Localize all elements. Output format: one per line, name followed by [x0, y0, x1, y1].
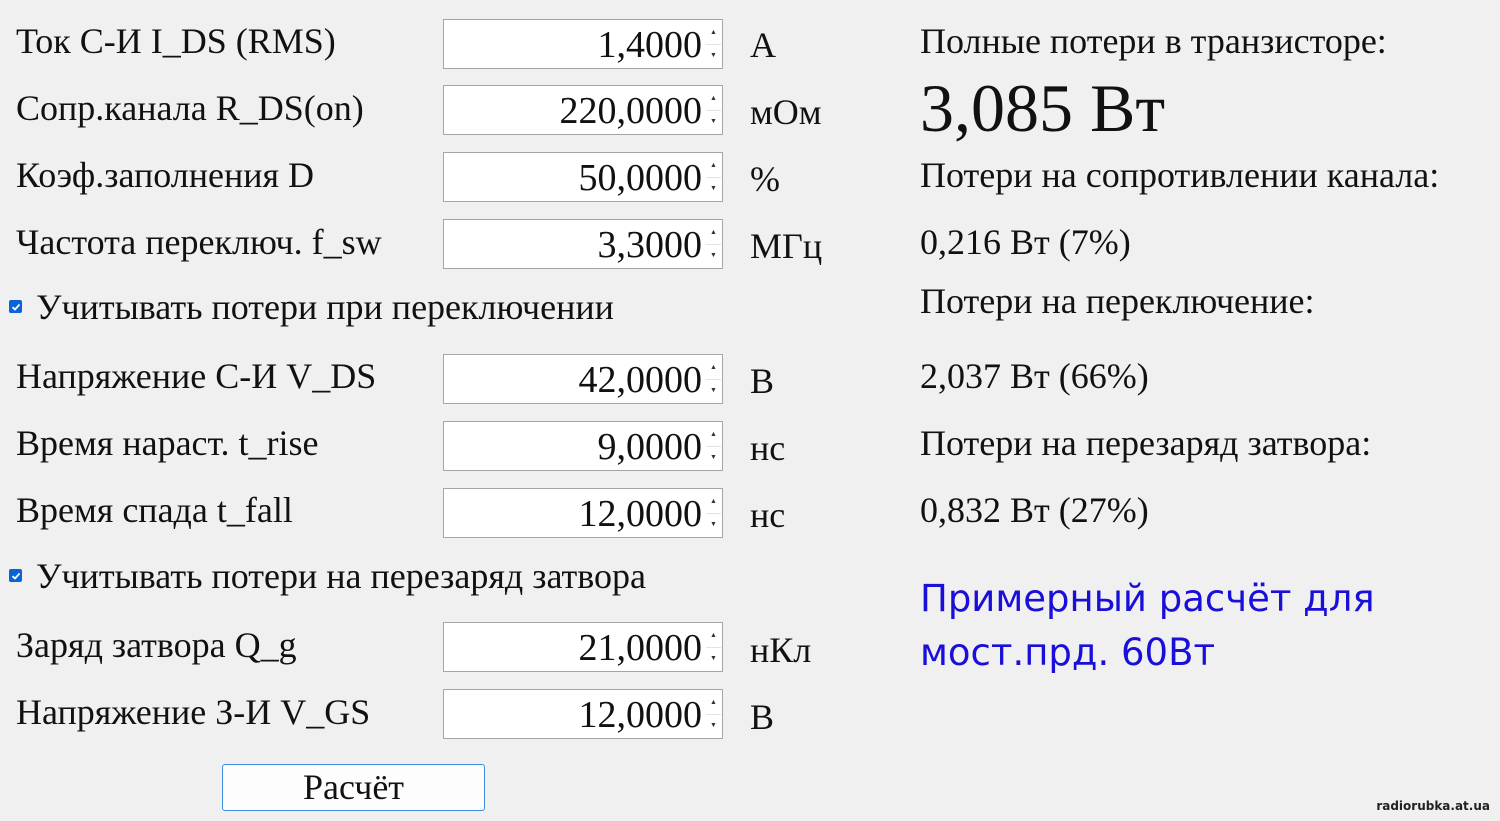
spin-up-arrow-icon[interactable]: ▲ — [706, 87, 721, 111]
spin-up-arrow-icon[interactable]: ▲ — [706, 624, 721, 648]
spin-down-arrow-icon[interactable]: ▼ — [706, 45, 721, 68]
vgs-unit: В — [750, 697, 775, 737]
vds-spinbox[interactable]: 42,0000 ▲ ▼ — [443, 354, 723, 404]
gate-charge-unit: нКл — [750, 630, 812, 670]
gate-losses-value: 0,832 Вт (27%) — [920, 490, 1149, 530]
fall-time-unit: нс — [750, 495, 786, 535]
spin-up-arrow-icon[interactable]: ▲ — [706, 356, 721, 380]
rise-time-unit: нс — [750, 428, 786, 468]
spin-down-arrow-icon[interactable]: ▼ — [706, 447, 721, 470]
switching-losses-result-label: Потери на переключение: — [920, 281, 1315, 321]
gate-losses-checkbox[interactable] — [9, 569, 22, 582]
estimate-note-line1: Примерный расчёт для — [920, 577, 1375, 620]
spin-up-arrow-icon[interactable]: ▲ — [706, 154, 721, 178]
duty-cycle-label: Коэф.заполнения D — [16, 155, 315, 195]
switching-losses-checkbox[interactable] — [9, 300, 22, 313]
switching-frequency-unit: МГц — [750, 226, 823, 266]
gate-charge-value[interactable]: 21,0000 — [579, 627, 703, 669]
vgs-spinbox[interactable]: 12,0000 ▲ ▼ — [443, 689, 723, 739]
spin-up-arrow-icon[interactable]: ▲ — [706, 221, 721, 245]
conduction-losses-label: Потери на сопротивлении канала: — [920, 155, 1440, 195]
total-losses-label: Полные потери в транзисторе: — [920, 21, 1387, 61]
checkmark-icon — [11, 303, 20, 311]
gate-charge-label: Заряд затвора Q_g — [16, 625, 297, 665]
rise-time-label: Время нараст. t_rise — [16, 423, 319, 463]
switching-frequency-spinbox[interactable]: 3,3000 ▲ ▼ — [443, 219, 723, 269]
spin-down-arrow-icon[interactable]: ▼ — [706, 648, 721, 671]
watermark: radiorubka.at.ua — [1376, 799, 1490, 813]
total-losses-value: 3,085 Вт — [920, 70, 1166, 146]
gate-charge-spinbox[interactable]: 21,0000 ▲ ▼ — [443, 622, 723, 672]
fall-time-spinbox[interactable]: 12,0000 ▲ ▼ — [443, 488, 723, 538]
vgs-value[interactable]: 12,0000 — [579, 694, 703, 736]
vgs-label: Напряжение З-И V_GS — [16, 692, 371, 732]
spin-up-arrow-icon[interactable]: ▲ — [706, 691, 721, 715]
spin-down-arrow-icon[interactable]: ▼ — [706, 245, 721, 268]
spin-down-arrow-icon[interactable]: ▼ — [706, 514, 721, 537]
gate-losses-label[interactable]: Учитывать потери на перезаряд затвора — [36, 556, 646, 596]
spin-down-arrow-icon[interactable]: ▼ — [706, 178, 721, 201]
calculate-button[interactable]: Расчёт — [222, 764, 485, 811]
rise-time-value[interactable]: 9,0000 — [598, 426, 703, 468]
rds-on-unit: мОм — [750, 92, 822, 132]
fall-time-value[interactable]: 12,0000 — [579, 493, 703, 535]
spin-up-arrow-icon[interactable]: ▲ — [706, 490, 721, 514]
current-ids-value[interactable]: 1,4000 — [598, 24, 703, 66]
estimate-note: Примерный расчёт для мост.прд. 60Вт — [920, 572, 1375, 680]
current-ids-spinbox[interactable]: 1,4000 ▲ ▼ — [443, 19, 723, 69]
spin-down-arrow-icon[interactable]: ▼ — [706, 111, 721, 134]
vds-unit: В — [750, 361, 775, 401]
rise-time-spinbox[interactable]: 9,0000 ▲ ▼ — [443, 421, 723, 471]
duty-cycle-value[interactable]: 50,0000 — [579, 157, 703, 199]
rds-on-label: Сопр.канала R_DS(on) — [16, 88, 364, 128]
duty-cycle-spinbox[interactable]: 50,0000 ▲ ▼ — [443, 152, 723, 202]
switching-frequency-label: Частота переключ. f_sw — [16, 222, 382, 262]
spin-up-arrow-icon[interactable]: ▲ — [706, 423, 721, 447]
spin-down-arrow-icon[interactable]: ▼ — [706, 715, 721, 738]
switching-losses-label[interactable]: Учитывать потери при переключении — [36, 287, 614, 327]
vds-value[interactable]: 42,0000 — [579, 359, 703, 401]
conduction-losses-value: 0,216 Вт (7%) — [920, 222, 1131, 262]
switching-losses-value: 2,037 Вт (66%) — [920, 356, 1149, 396]
rds-on-spinbox[interactable]: 220,0000 ▲ ▼ — [443, 85, 723, 135]
checkmark-icon — [11, 572, 20, 580]
gate-losses-result-label: Потери на перезаряд затвора: — [920, 423, 1372, 463]
spin-up-arrow-icon[interactable]: ▲ — [706, 21, 721, 45]
spin-down-arrow-icon[interactable]: ▼ — [706, 380, 721, 403]
switching-frequency-value[interactable]: 3,3000 — [598, 224, 703, 266]
current-ids-label: Ток С-И I_DS (RMS) — [16, 21, 336, 61]
vds-label: Напряжение С-И V_DS — [16, 356, 377, 396]
rds-on-value[interactable]: 220,0000 — [560, 90, 703, 132]
duty-cycle-unit: % — [750, 159, 780, 199]
fall-time-label: Время спада t_fall — [16, 490, 293, 530]
current-ids-unit: А — [750, 25, 776, 65]
estimate-note-line2: мост.прд. 60Вт — [920, 631, 1216, 674]
